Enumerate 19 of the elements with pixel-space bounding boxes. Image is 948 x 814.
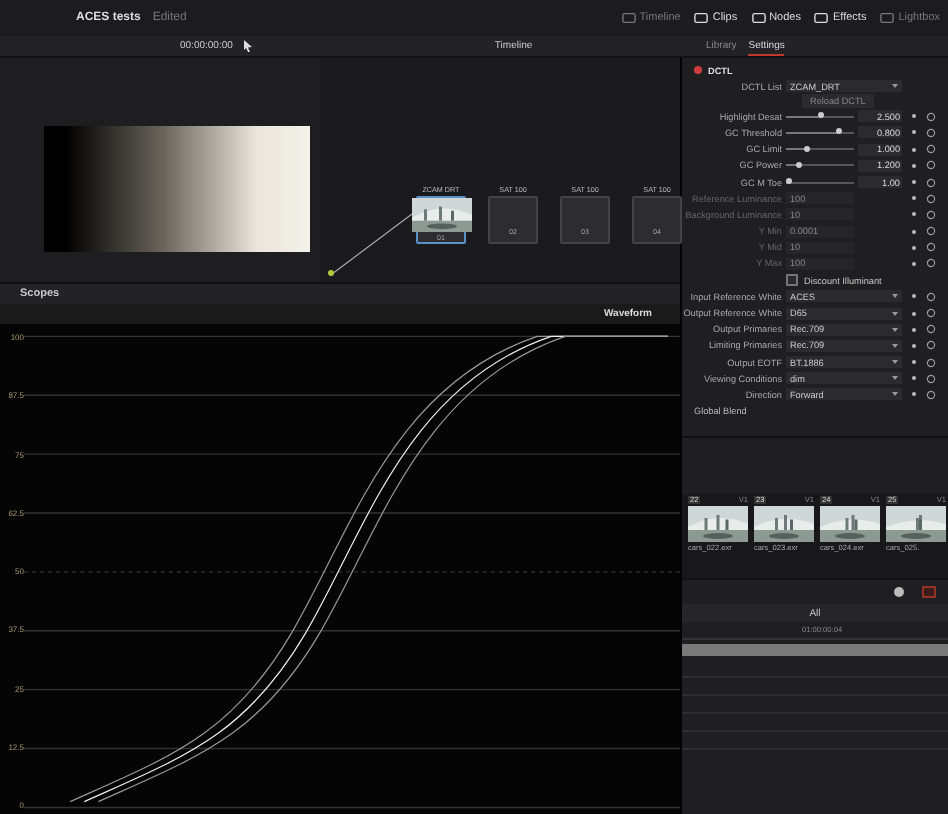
caret-icon bbox=[892, 84, 898, 89]
caret-icon bbox=[892, 392, 898, 397]
caret-icon bbox=[892, 360, 898, 365]
cursor-icon[interactable] bbox=[242, 40, 255, 52]
page-icon bbox=[751, 12, 766, 24]
connector-line bbox=[331, 213, 413, 275]
page-icon bbox=[621, 12, 636, 24]
caret-icon bbox=[892, 311, 898, 316]
caret-icon bbox=[892, 376, 898, 381]
checkbox[interactable] bbox=[786, 274, 798, 287]
page-icon bbox=[814, 12, 829, 24]
enable-dot[interactable] bbox=[694, 66, 702, 74]
input-dot[interactable] bbox=[328, 270, 334, 276]
page-icon bbox=[694, 12, 709, 24]
caret-icon bbox=[892, 327, 898, 332]
caret-icon bbox=[892, 294, 898, 299]
caret-icon bbox=[892, 343, 898, 348]
page-icon bbox=[880, 12, 895, 24]
circle-icon[interactable] bbox=[892, 586, 906, 598]
